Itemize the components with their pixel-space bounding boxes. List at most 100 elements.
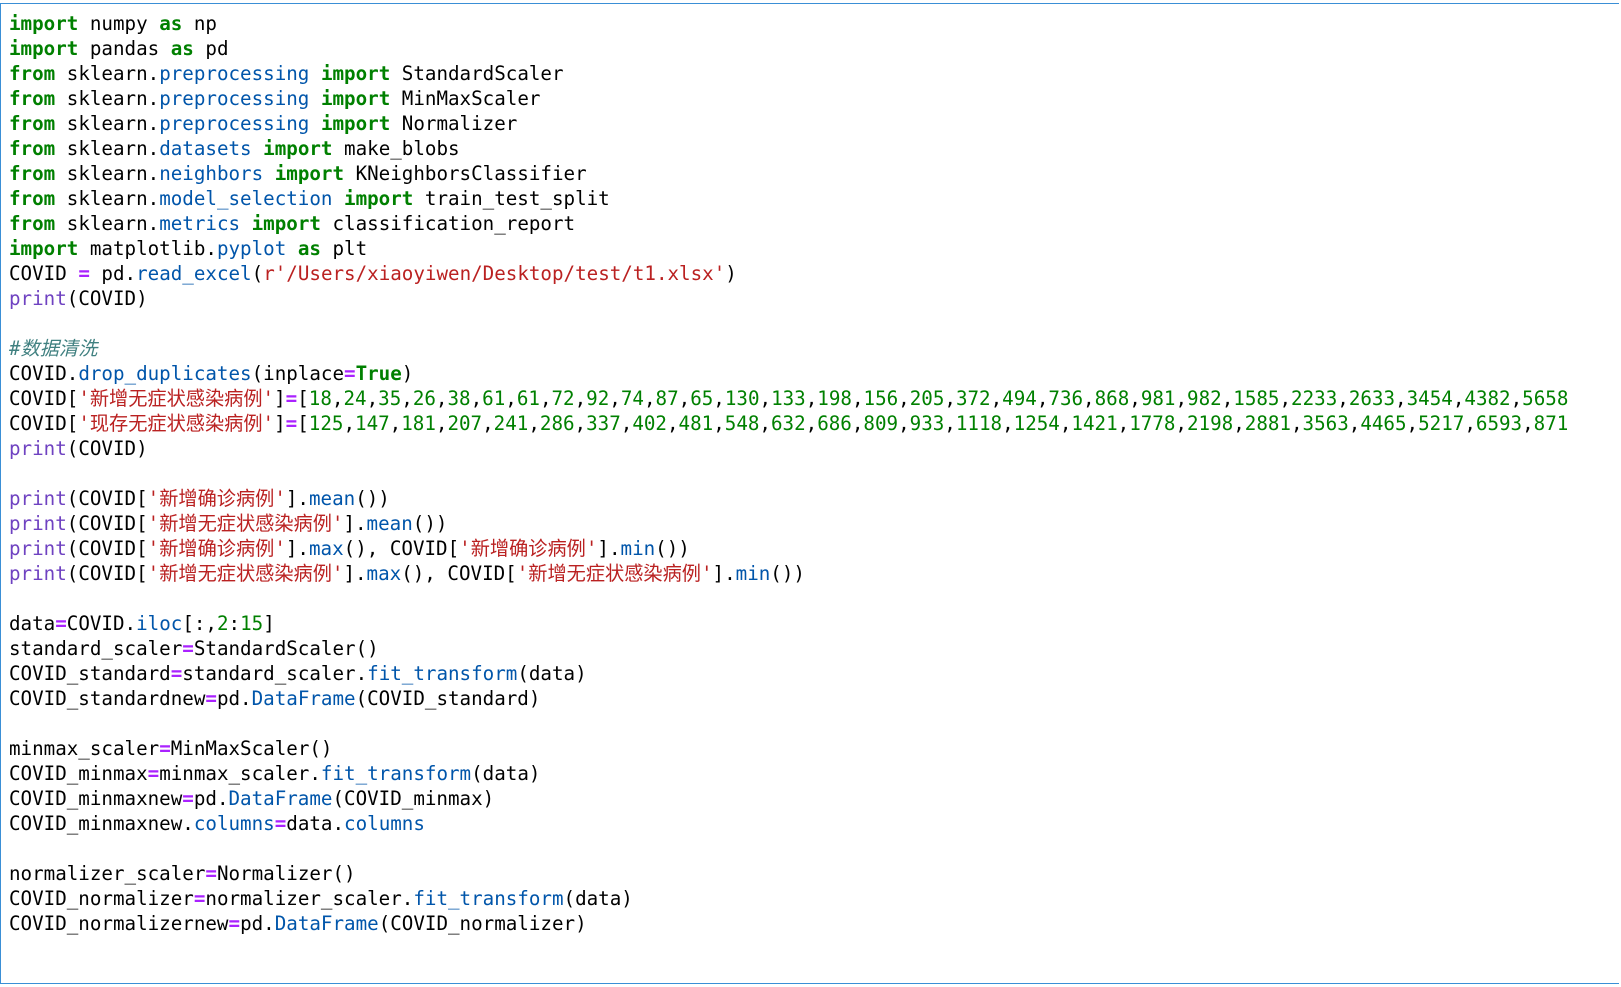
code-editor[interactable]: import numpy as np import pandas as pd fro… bbox=[0, 3, 1619, 984]
code-token: from bbox=[9, 62, 56, 85]
code-token: COVID_minmaxnew bbox=[9, 787, 183, 810]
code-token: 2633 bbox=[1348, 387, 1396, 410]
code-token: 1421 bbox=[1071, 412, 1118, 435]
code-token: = bbox=[285, 412, 298, 435]
code-token: , bbox=[851, 387, 864, 410]
code-token: , bbox=[389, 412, 402, 435]
code-token: , bbox=[1406, 412, 1419, 435]
code-token: normalizer_scaler. bbox=[205, 887, 414, 910]
code-line[interactable]: data=COVID.iloc[:,2:15] bbox=[9, 611, 1619, 636]
code-token: COVID_standard bbox=[9, 662, 171, 685]
code-line[interactable]: COVID_normalizernew=pd.DataFrame(COVID_n… bbox=[9, 911, 1619, 936]
code-line[interactable]: print(COVID['新增无症状感染病例'].max(), COVID['新… bbox=[9, 561, 1619, 586]
code-token: iloc bbox=[136, 612, 183, 635]
code-token: , bbox=[1221, 387, 1234, 410]
code-line[interactable]: COVID_minmaxnew.columns=data.columns bbox=[9, 811, 1619, 836]
code-token: from bbox=[9, 112, 56, 135]
code-token: = bbox=[170, 662, 183, 685]
code-line[interactable]: from sklearn.metrics import classificati… bbox=[9, 211, 1619, 236]
code-line[interactable]: from sklearn.neighbors import KNeighbors… bbox=[9, 161, 1619, 186]
code-token: COVID_normalizernew bbox=[9, 912, 229, 935]
code-line[interactable]: COVID_minmax=minmax_scaler.fit_transform… bbox=[9, 761, 1619, 786]
code-token: from bbox=[9, 212, 56, 235]
code-line[interactable]: normalizer_scaler=Normalizer() bbox=[9, 861, 1619, 886]
code-line[interactable]: from sklearn.model_selection import trai… bbox=[9, 186, 1619, 211]
code-line[interactable]: COVID['新增无症状感染病例']=[18,24,35,26,38,61,61… bbox=[9, 386, 1619, 411]
code-token: COVID bbox=[9, 262, 79, 285]
code-token: max bbox=[366, 562, 402, 585]
code-token: pd. bbox=[89, 262, 137, 285]
code-line[interactable]: COVID = pd.read_excel(r'/Users/xiaoyiwen… bbox=[9, 261, 1619, 286]
code-content[interactable]: import numpy as np import pandas as pd fro… bbox=[1, 4, 1619, 936]
code-token: from bbox=[9, 187, 56, 210]
code-token: pd. bbox=[193, 787, 229, 810]
code-token: 402 bbox=[632, 412, 667, 435]
code-line[interactable]: ​ bbox=[9, 711, 1619, 736]
code-token: sklearn. bbox=[55, 187, 160, 210]
code-line[interactable]: print(COVID['新增无症状感染病例'].mean()) bbox=[9, 511, 1619, 536]
code-line[interactable]: print(COVID['新增确诊病例'].max(), COVID['新增确诊… bbox=[9, 536, 1619, 561]
code-token: = bbox=[205, 687, 217, 710]
code-token: 1778 bbox=[1129, 412, 1176, 435]
code-token: , bbox=[898, 412, 910, 435]
code-line[interactable]: from sklearn.datasets import make_blobs bbox=[9, 136, 1619, 161]
code-token: , bbox=[805, 412, 818, 435]
code-token: import bbox=[9, 237, 79, 260]
code-token: (COVID) bbox=[66, 287, 148, 310]
code-line[interactable]: COVID_minmaxnew=pd.DataFrame(COVID_minma… bbox=[9, 786, 1619, 811]
code-token: = bbox=[193, 887, 206, 910]
code-token: , bbox=[1129, 387, 1141, 410]
code-line[interactable]: ​ bbox=[9, 836, 1619, 861]
code-token: sklearn. bbox=[55, 212, 160, 235]
code-token: COVID_minmax bbox=[9, 762, 148, 785]
code-line[interactable]: from sklearn.preprocessing import Standa… bbox=[9, 61, 1619, 86]
code-line[interactable]: print(COVID) bbox=[9, 286, 1619, 311]
code-line[interactable]: import numpy as np bbox=[9, 11, 1619, 36]
code-line[interactable]: ​ bbox=[9, 461, 1619, 486]
code-line[interactable]: print(COVID['新增确诊病例'].mean()) bbox=[9, 486, 1619, 511]
code-line[interactable]: standard_scaler=StandardScaler() bbox=[9, 636, 1619, 661]
code-line[interactable]: COVID.drop_duplicates(inplace=True) bbox=[9, 361, 1619, 386]
code-token: ] bbox=[263, 612, 275, 635]
code-line[interactable]: #数据清洗 bbox=[9, 336, 1619, 361]
code-token: 241 bbox=[493, 412, 529, 435]
code-token: COVID_minmaxnew. bbox=[9, 812, 194, 835]
code-token: (COVID[ bbox=[66, 562, 148, 585]
code-line[interactable]: ​ bbox=[9, 586, 1619, 611]
code-token: , bbox=[643, 387, 656, 410]
code-line[interactable]: import pandas as pd bbox=[9, 36, 1619, 61]
code-token: ()) bbox=[655, 537, 690, 560]
code-token: = bbox=[344, 362, 356, 385]
code-line[interactable]: import matplotlib.pyplot as plt bbox=[9, 236, 1619, 261]
code-token: 1254 bbox=[1013, 412, 1060, 435]
code-token: print bbox=[9, 287, 67, 310]
code-token: 686 bbox=[817, 412, 852, 435]
code-token: sklearn. bbox=[55, 112, 160, 135]
code-token: ()) bbox=[355, 487, 390, 510]
code-line[interactable]: COVID_standard=standard_scaler.fit_trans… bbox=[9, 661, 1619, 686]
code-token: , bbox=[574, 387, 587, 410]
code-token: preprocessing bbox=[159, 62, 310, 85]
code-token: print bbox=[9, 487, 67, 510]
code-line[interactable]: COVID_standardnew=pd.DataFrame(COVID_sta… bbox=[9, 686, 1619, 711]
code-token: , bbox=[1175, 412, 1187, 435]
code-line[interactable]: from sklearn.preprocessing import MinMax… bbox=[9, 86, 1619, 111]
code-token: ()) bbox=[770, 562, 805, 585]
code-line[interactable]: COVID_normalizer=normalizer_scaler.fit_t… bbox=[9, 886, 1619, 911]
code-token: KNeighborsClassifier bbox=[344, 162, 587, 185]
code-line[interactable]: print(COVID) bbox=[9, 436, 1619, 461]
code-line[interactable]: from sklearn.preprocessing import Normal… bbox=[9, 111, 1619, 136]
code-line[interactable]: ​ bbox=[9, 311, 1619, 336]
code-line[interactable]: minmax_scaler=MinMaxScaler() bbox=[9, 736, 1619, 761]
code-token: 933 bbox=[909, 412, 945, 435]
code-token: import bbox=[9, 12, 79, 35]
code-token: print bbox=[9, 537, 67, 560]
code-line[interactable]: COVID['现存无症状感染病例']=[125,147,181,207,241,… bbox=[9, 411, 1619, 436]
code-token: import bbox=[274, 162, 345, 185]
code-token: , bbox=[713, 387, 725, 410]
code-token: import bbox=[251, 212, 321, 235]
code-token: DataFrame bbox=[228, 787, 333, 810]
code-token: 868 bbox=[1094, 387, 1130, 410]
